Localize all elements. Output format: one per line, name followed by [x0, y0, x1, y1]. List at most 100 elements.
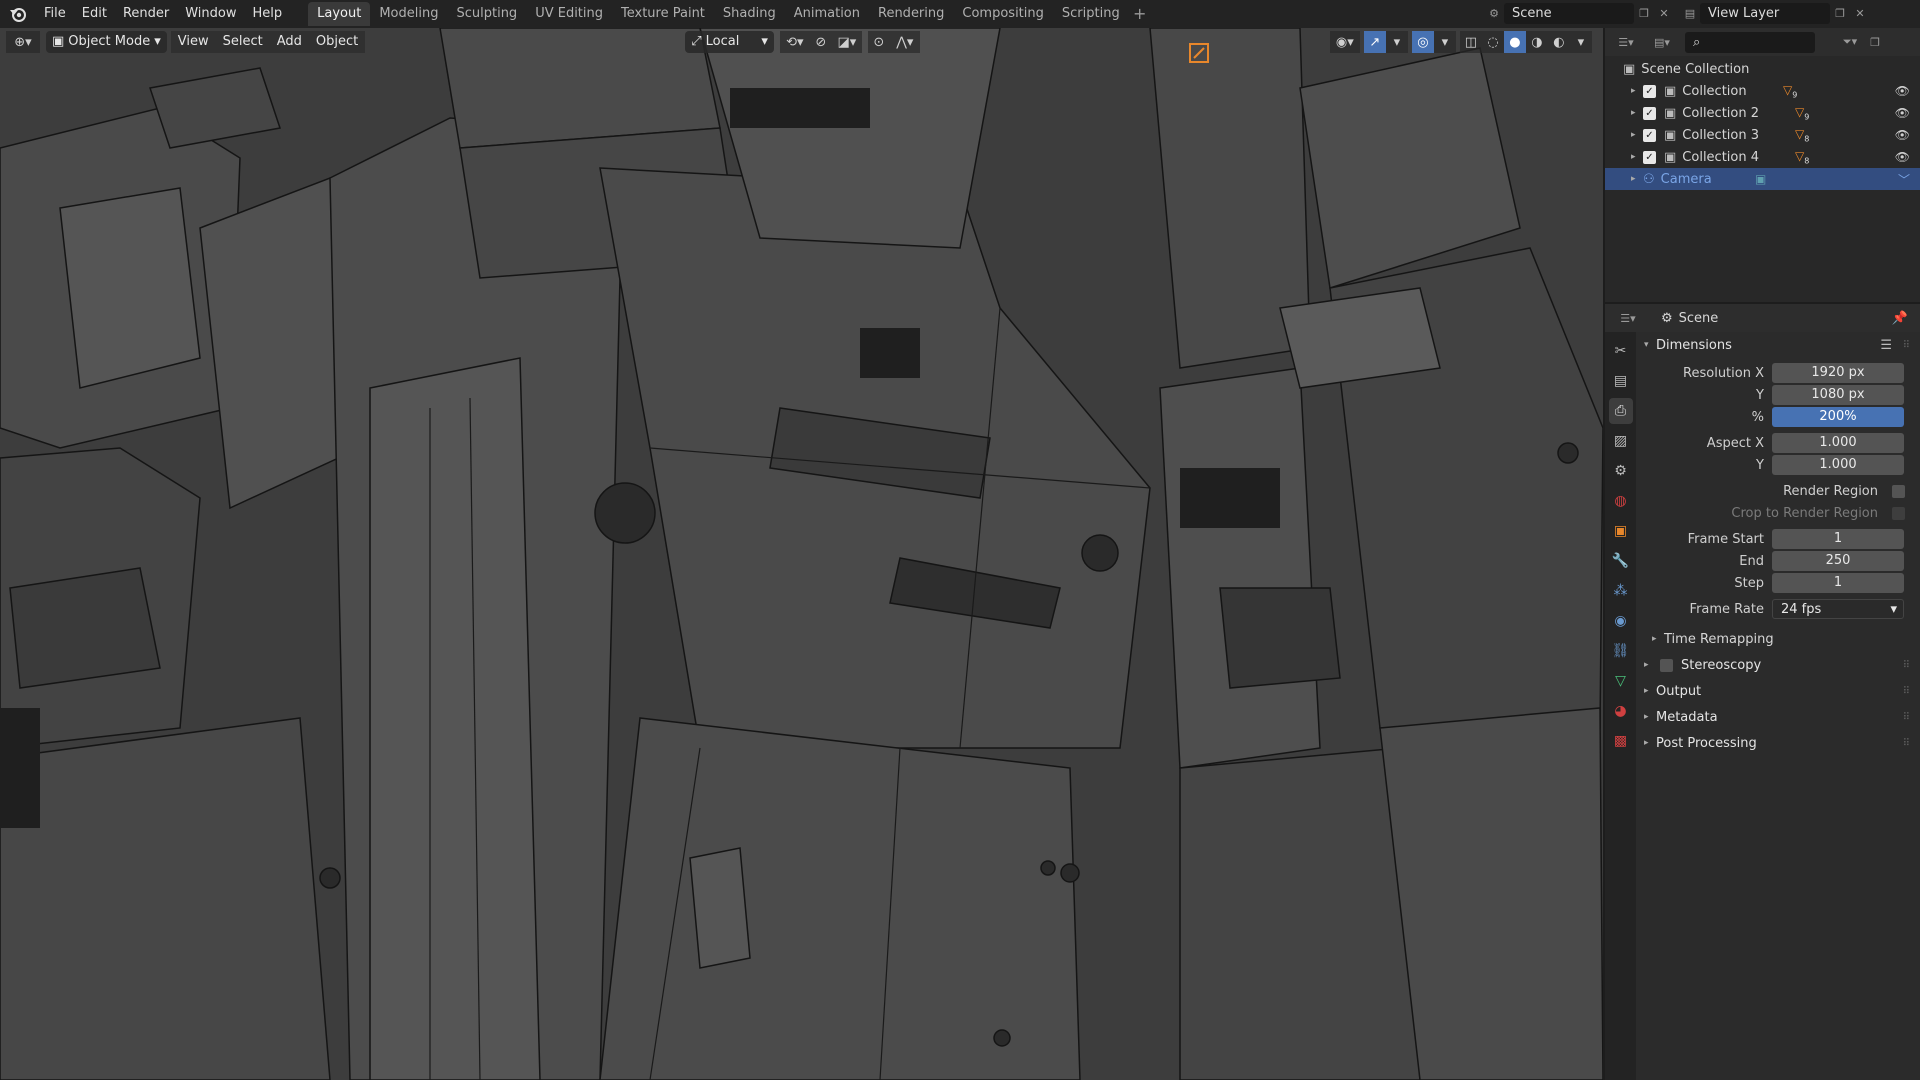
- world-tab-icon[interactable]: ◍: [1609, 488, 1633, 514]
- drag-handle-icon[interactable]: ⠿: [1903, 340, 1910, 351]
- exclude-checkbox[interactable]: ✓: [1643, 84, 1656, 98]
- scene-name-field[interactable]: Scene: [1504, 3, 1634, 24]
- view-layer-field[interactable]: View Layer: [1700, 3, 1830, 24]
- render-region-checkbox[interactable]: [1892, 484, 1905, 498]
- display-mode-icon[interactable]: ▤▾: [1647, 32, 1677, 53]
- outliner-item-collection-3[interactable]: ▸ ✓ ▣ Collection 3 ▽8 👁: [1605, 124, 1920, 146]
- render-tab-icon[interactable]: ▤: [1609, 368, 1633, 394]
- blender-logo-icon[interactable]: [0, 0, 36, 28]
- snap-icon[interactable]: ⊘: [809, 31, 832, 53]
- aspect-x-field[interactable]: 1.000: [1772, 433, 1904, 453]
- tab-scripting[interactable]: Scripting: [1053, 2, 1129, 26]
- select-menu[interactable]: Select: [215, 31, 270, 53]
- metadata-panel-header[interactable]: ▸ Metadata ⠿: [1636, 704, 1920, 730]
- scene-icon[interactable]: ⚙: [1484, 3, 1504, 24]
- tab-layout[interactable]: Layout: [308, 2, 371, 26]
- add-workspace-button[interactable]: +: [1129, 3, 1151, 25]
- frame-rate-dropdown[interactable]: 24 fps ▾: [1772, 599, 1904, 619]
- exclude-checkbox[interactable]: ✓: [1643, 106, 1656, 120]
- expand-arrow-icon[interactable]: ▸: [1631, 174, 1643, 184]
- overlays-icon[interactable]: ◎: [1411, 31, 1434, 53]
- new-collection-icon[interactable]: ❐: [1865, 32, 1885, 53]
- tab-compositing[interactable]: Compositing: [953, 2, 1053, 26]
- tab-shading[interactable]: Shading: [714, 2, 785, 26]
- transform-orientation-dropdown[interactable]: ⤢ Local ▾: [685, 31, 774, 53]
- xray-icon[interactable]: ◫: [1459, 31, 1482, 53]
- drag-handle-icon[interactable]: ⠿: [1903, 686, 1910, 697]
- dimensions-panel-header[interactable]: ▾ Dimensions ☰ ⠿: [1636, 332, 1920, 358]
- editor-type-icon[interactable]: ☰▾: [1613, 308, 1643, 329]
- drag-handle-icon[interactable]: ⠿: [1903, 660, 1910, 671]
- resolution-x-field[interactable]: 1920 px: [1772, 363, 1904, 383]
- tab-animation[interactable]: Animation: [785, 2, 869, 26]
- physics-tab-icon[interactable]: ◉: [1609, 608, 1633, 634]
- outliner-item-collection-2[interactable]: ▸ ✓ ▣ Collection 2 ▽9 👁: [1605, 102, 1920, 124]
- resolution-percent-field[interactable]: 200%: [1772, 407, 1904, 427]
- frame-step-field[interactable]: 1: [1772, 573, 1904, 593]
- tab-modeling[interactable]: Modeling: [370, 2, 447, 26]
- chevron-down-icon[interactable]: ▾: [1385, 31, 1408, 53]
- object-menu[interactable]: Object: [308, 31, 366, 53]
- time-remapping-subpanel[interactable]: ▸ Time Remapping: [1636, 626, 1920, 652]
- 3d-viewport[interactable]: [0, 28, 1603, 1080]
- eye-icon[interactable]: 👁: [1895, 106, 1910, 120]
- presets-icon[interactable]: ☰: [1880, 338, 1892, 353]
- scene-tab-icon[interactable]: ⚙: [1609, 458, 1633, 484]
- mode-dropdown[interactable]: ▣ Object Mode ▾: [46, 31, 167, 53]
- tab-texture-paint[interactable]: Texture Paint: [612, 2, 714, 26]
- close-icon[interactable]: ✕: [1654, 3, 1674, 24]
- outliner-item-camera[interactable]: ▸ ⚇ Camera ▣ ﹀: [1605, 168, 1920, 190]
- stereoscopy-panel-header[interactable]: ▸ Stereoscopy ⠿: [1636, 652, 1920, 678]
- proportional-edit-icon[interactable]: ⊙: [867, 31, 890, 53]
- menu-help[interactable]: Help: [245, 0, 291, 28]
- crop-region-checkbox[interactable]: [1892, 506, 1905, 520]
- snap-target-icon[interactable]: ◪▾: [831, 31, 862, 53]
- expand-arrow-icon[interactable]: ▸: [1631, 108, 1643, 118]
- add-menu[interactable]: Add: [269, 31, 309, 53]
- outliner-item-collection[interactable]: ▸ ✓ ▣ Collection ▽9 👁: [1605, 80, 1920, 102]
- stereoscopy-checkbox[interactable]: [1660, 658, 1673, 672]
- editor-type-icon[interactable]: ☰▾: [1611, 32, 1641, 53]
- eye-icon[interactable]: 👁: [1895, 150, 1910, 164]
- filter-icon[interactable]: ⏷▾: [1835, 32, 1865, 53]
- outliner-item-collection-4[interactable]: ▸ ✓ ▣ Collection 4 ▽8 👁: [1605, 146, 1920, 168]
- rendered-shading-icon[interactable]: ◐: [1547, 31, 1570, 53]
- frame-end-field[interactable]: 250: [1772, 551, 1904, 571]
- eye-icon[interactable]: 👁: [1895, 84, 1910, 98]
- drag-handle-icon[interactable]: ⠿: [1903, 712, 1910, 723]
- view-layer-tab-icon[interactable]: ▨: [1609, 428, 1633, 454]
- copy-icon[interactable]: ❐: [1634, 3, 1654, 24]
- eye-icon[interactable]: 👁: [1895, 128, 1910, 142]
- post-processing-panel-header[interactable]: ▸ Post Processing ⠿: [1636, 730, 1920, 756]
- tab-uv-editing[interactable]: UV Editing: [526, 2, 612, 26]
- constraints-tab-icon[interactable]: ⛓: [1609, 638, 1633, 664]
- drag-handle-icon[interactable]: ⠿: [1903, 738, 1910, 749]
- outliner-scene-collection[interactable]: ▣ Scene Collection: [1605, 58, 1920, 80]
- resolution-y-field[interactable]: 1080 px: [1772, 385, 1904, 405]
- aspect-y-field[interactable]: 1.000: [1772, 455, 1904, 475]
- tab-rendering[interactable]: Rendering: [869, 2, 953, 26]
- menu-file[interactable]: File: [36, 0, 74, 28]
- gizmo-icon[interactable]: ↗: [1363, 31, 1386, 53]
- falloff-icon[interactable]: ⋀▾: [889, 31, 920, 53]
- editor-type-icon[interactable]: ⊕▾: [6, 31, 40, 53]
- menu-window[interactable]: Window: [177, 0, 244, 28]
- output-tab-icon[interactable]: ⎙: [1608, 398, 1633, 424]
- chevron-down-icon[interactable]: ▾: [1569, 31, 1592, 53]
- material-shading-icon[interactable]: ◑: [1525, 31, 1548, 53]
- tool-tab-icon[interactable]: ✂: [1609, 338, 1633, 364]
- pivot-icon[interactable]: ⟲▾: [779, 31, 810, 53]
- particles-tab-icon[interactable]: ⁂: [1609, 578, 1633, 604]
- material-tab-icon[interactable]: ◕: [1609, 698, 1633, 724]
- copy-icon[interactable]: ❐: [1830, 3, 1850, 24]
- view-layer-icon[interactable]: ▤: [1680, 3, 1700, 24]
- data-tab-icon[interactable]: ▽: [1609, 668, 1633, 694]
- wireframe-shading-icon[interactable]: ◌: [1481, 31, 1504, 53]
- tab-sculpting[interactable]: Sculpting: [447, 2, 526, 26]
- visibility-icon[interactable]: ◉▾: [1329, 31, 1360, 53]
- view-menu[interactable]: View: [170, 31, 216, 53]
- expand-arrow-icon[interactable]: ▸: [1631, 130, 1643, 140]
- object-tab-icon[interactable]: ▣: [1609, 518, 1633, 544]
- frame-start-field[interactable]: 1: [1772, 529, 1904, 549]
- menu-render[interactable]: Render: [115, 0, 177, 28]
